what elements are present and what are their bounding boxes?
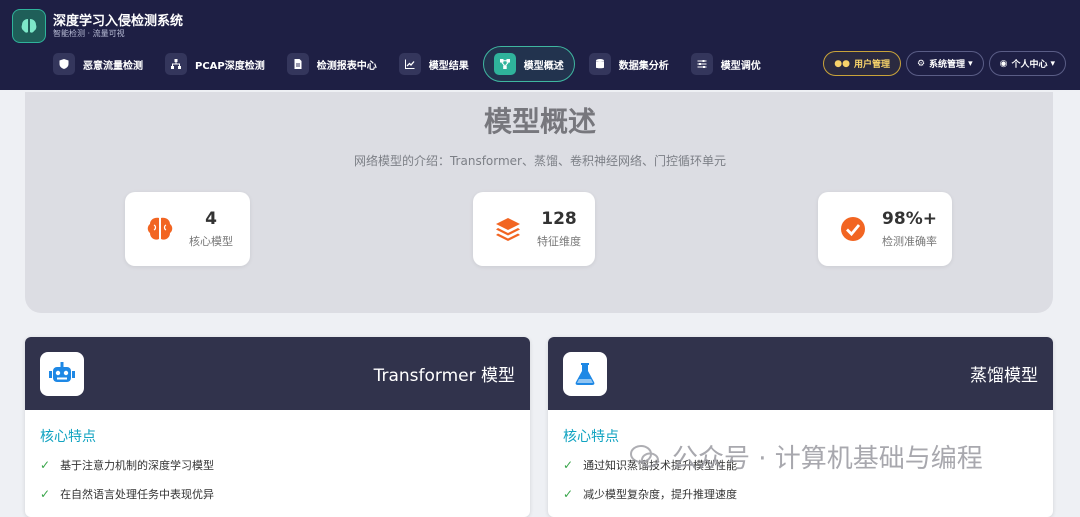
users-icon: ●● (834, 58, 850, 69)
card-section-title: 核心特点 (563, 429, 619, 445)
app-title: 深度学习入侵检测系统 (53, 14, 184, 29)
file-icon (286, 53, 309, 75)
stat-value: 128 (541, 209, 577, 229)
nav-pcap-detection[interactable]: PCAP深度检测 (157, 46, 273, 82)
nav-model-results[interactable]: 模型结果 (391, 46, 477, 82)
card-title: Transformer 模型 (373, 366, 515, 386)
nav-label: PCAP深度检测 (195, 60, 265, 72)
stat-label: 检测准确率 (882, 235, 937, 248)
watermark: 公众号 · 计算机基础与编程 (630, 438, 983, 475)
model-card-transformer: Transformer 模型 核心特点 ✓ 基于注意力机制的深度学习模型 ✓ 在… (25, 337, 530, 517)
chevron-down-icon: ▾ (1050, 58, 1055, 69)
model-card-distillation: 蒸馏模型 核心特点 ✓ 通过知识蒸馏技术提升模型性能 ✓ 减少模型复杂度，提升推… (548, 337, 1053, 517)
stat-label: 特征维度 (537, 235, 581, 248)
wechat-icon (630, 444, 659, 467)
stat-value: 98%+ (882, 209, 937, 229)
check-icon: ✓ (563, 458, 574, 472)
chart-line-icon (398, 53, 421, 75)
nav-model-overview[interactable]: 模型概述 (482, 46, 575, 82)
check-circle-icon (838, 214, 868, 244)
database-icon (588, 53, 611, 75)
feature-item: ✓ 基于注意力机制的深度学习模型 (40, 457, 214, 473)
layers-icon (493, 214, 523, 244)
card-section-title: 核心特点 (40, 429, 96, 445)
diagram-icon (493, 53, 516, 75)
chevron-down-icon: ▾ (968, 58, 973, 69)
check-icon: ✓ (563, 487, 574, 501)
stat-value: 4 (205, 209, 217, 229)
nav-model-tuning[interactable]: 模型调优 (683, 46, 769, 82)
page-title: 模型概述 (483, 105, 596, 138)
watermark-text: 公众号 · 计算机基础与编程 (672, 444, 983, 474)
nav-dataset-analysis[interactable]: 数据集分析 (581, 46, 677, 82)
system-management-label: 系统管理 (929, 60, 966, 70)
top-navbar: 深度学习入侵检测系统 智能检测 · 流量可视 恶意流量检测 PCAP深度检测 检… (0, 0, 1080, 90)
page-subtitle: 网络模型的介绍：Transformer、蒸馏、卷积神经网络、门控循环单元 (353, 154, 726, 168)
shield-icon (53, 53, 75, 75)
nav-malicious-traffic[interactable]: 恶意流量检测 (45, 46, 151, 82)
check-icon: ✓ (40, 458, 51, 472)
personal-center-label: 个人中心 (1011, 60, 1048, 70)
nav-label: 模型概述 (523, 60, 564, 72)
navbar-right-actions: ●● 用户管理 ⚙ 系统管理 ▾ ◉ 个人中心 ▾ (818, 51, 1066, 76)
stat-card-accuracy: 98%+ 检测准确率 (818, 192, 952, 266)
flask-icon (563, 352, 607, 396)
app-subtitle: 智能检测 · 流量可视 (53, 29, 125, 38)
sliders-icon (690, 53, 713, 75)
user-management-label: 用户管理 (853, 60, 890, 70)
feature-text: 基于注意力机制的深度学习模型 (60, 459, 215, 472)
card-title: 蒸馏模型 (970, 366, 1038, 386)
gear-icon: ⚙ (916, 58, 926, 69)
personal-center-dropdown[interactable]: ◉ 个人中心 ▾ (988, 51, 1066, 76)
brain-icon (145, 214, 175, 244)
system-management-dropdown[interactable]: ⚙ 系统管理 ▾ (905, 51, 984, 76)
main-nav: 恶意流量检测 PCAP深度检测 检测报表中心 模型结果 模型概述 数据集分析 模… (45, 46, 775, 82)
stat-card-feature-dim: 128 特征维度 (473, 192, 595, 266)
nav-label: 模型结果 (428, 60, 469, 72)
user-management-button[interactable]: ●● 用户管理 (823, 51, 901, 76)
stat-label: 核心模型 (189, 235, 233, 248)
robot-icon (40, 352, 84, 396)
card-header: Transformer 模型 (25, 337, 530, 410)
nav-label: 恶意流量检测 (83, 60, 143, 72)
card-header: 蒸馏模型 (548, 337, 1053, 410)
nav-label: 模型调优 (720, 60, 761, 72)
nav-report-center[interactable]: 检测报表中心 (279, 46, 385, 82)
brain-logo-icon[interactable] (12, 9, 46, 43)
user-circle-icon: ◉ (999, 58, 1008, 69)
nav-label: 数据集分析 (618, 60, 669, 72)
check-icon: ✓ (40, 487, 51, 501)
stat-card-core-models: 4 核心模型 (125, 192, 250, 266)
network-icon (165, 53, 187, 75)
nav-label: 检测报表中心 (316, 60, 377, 72)
